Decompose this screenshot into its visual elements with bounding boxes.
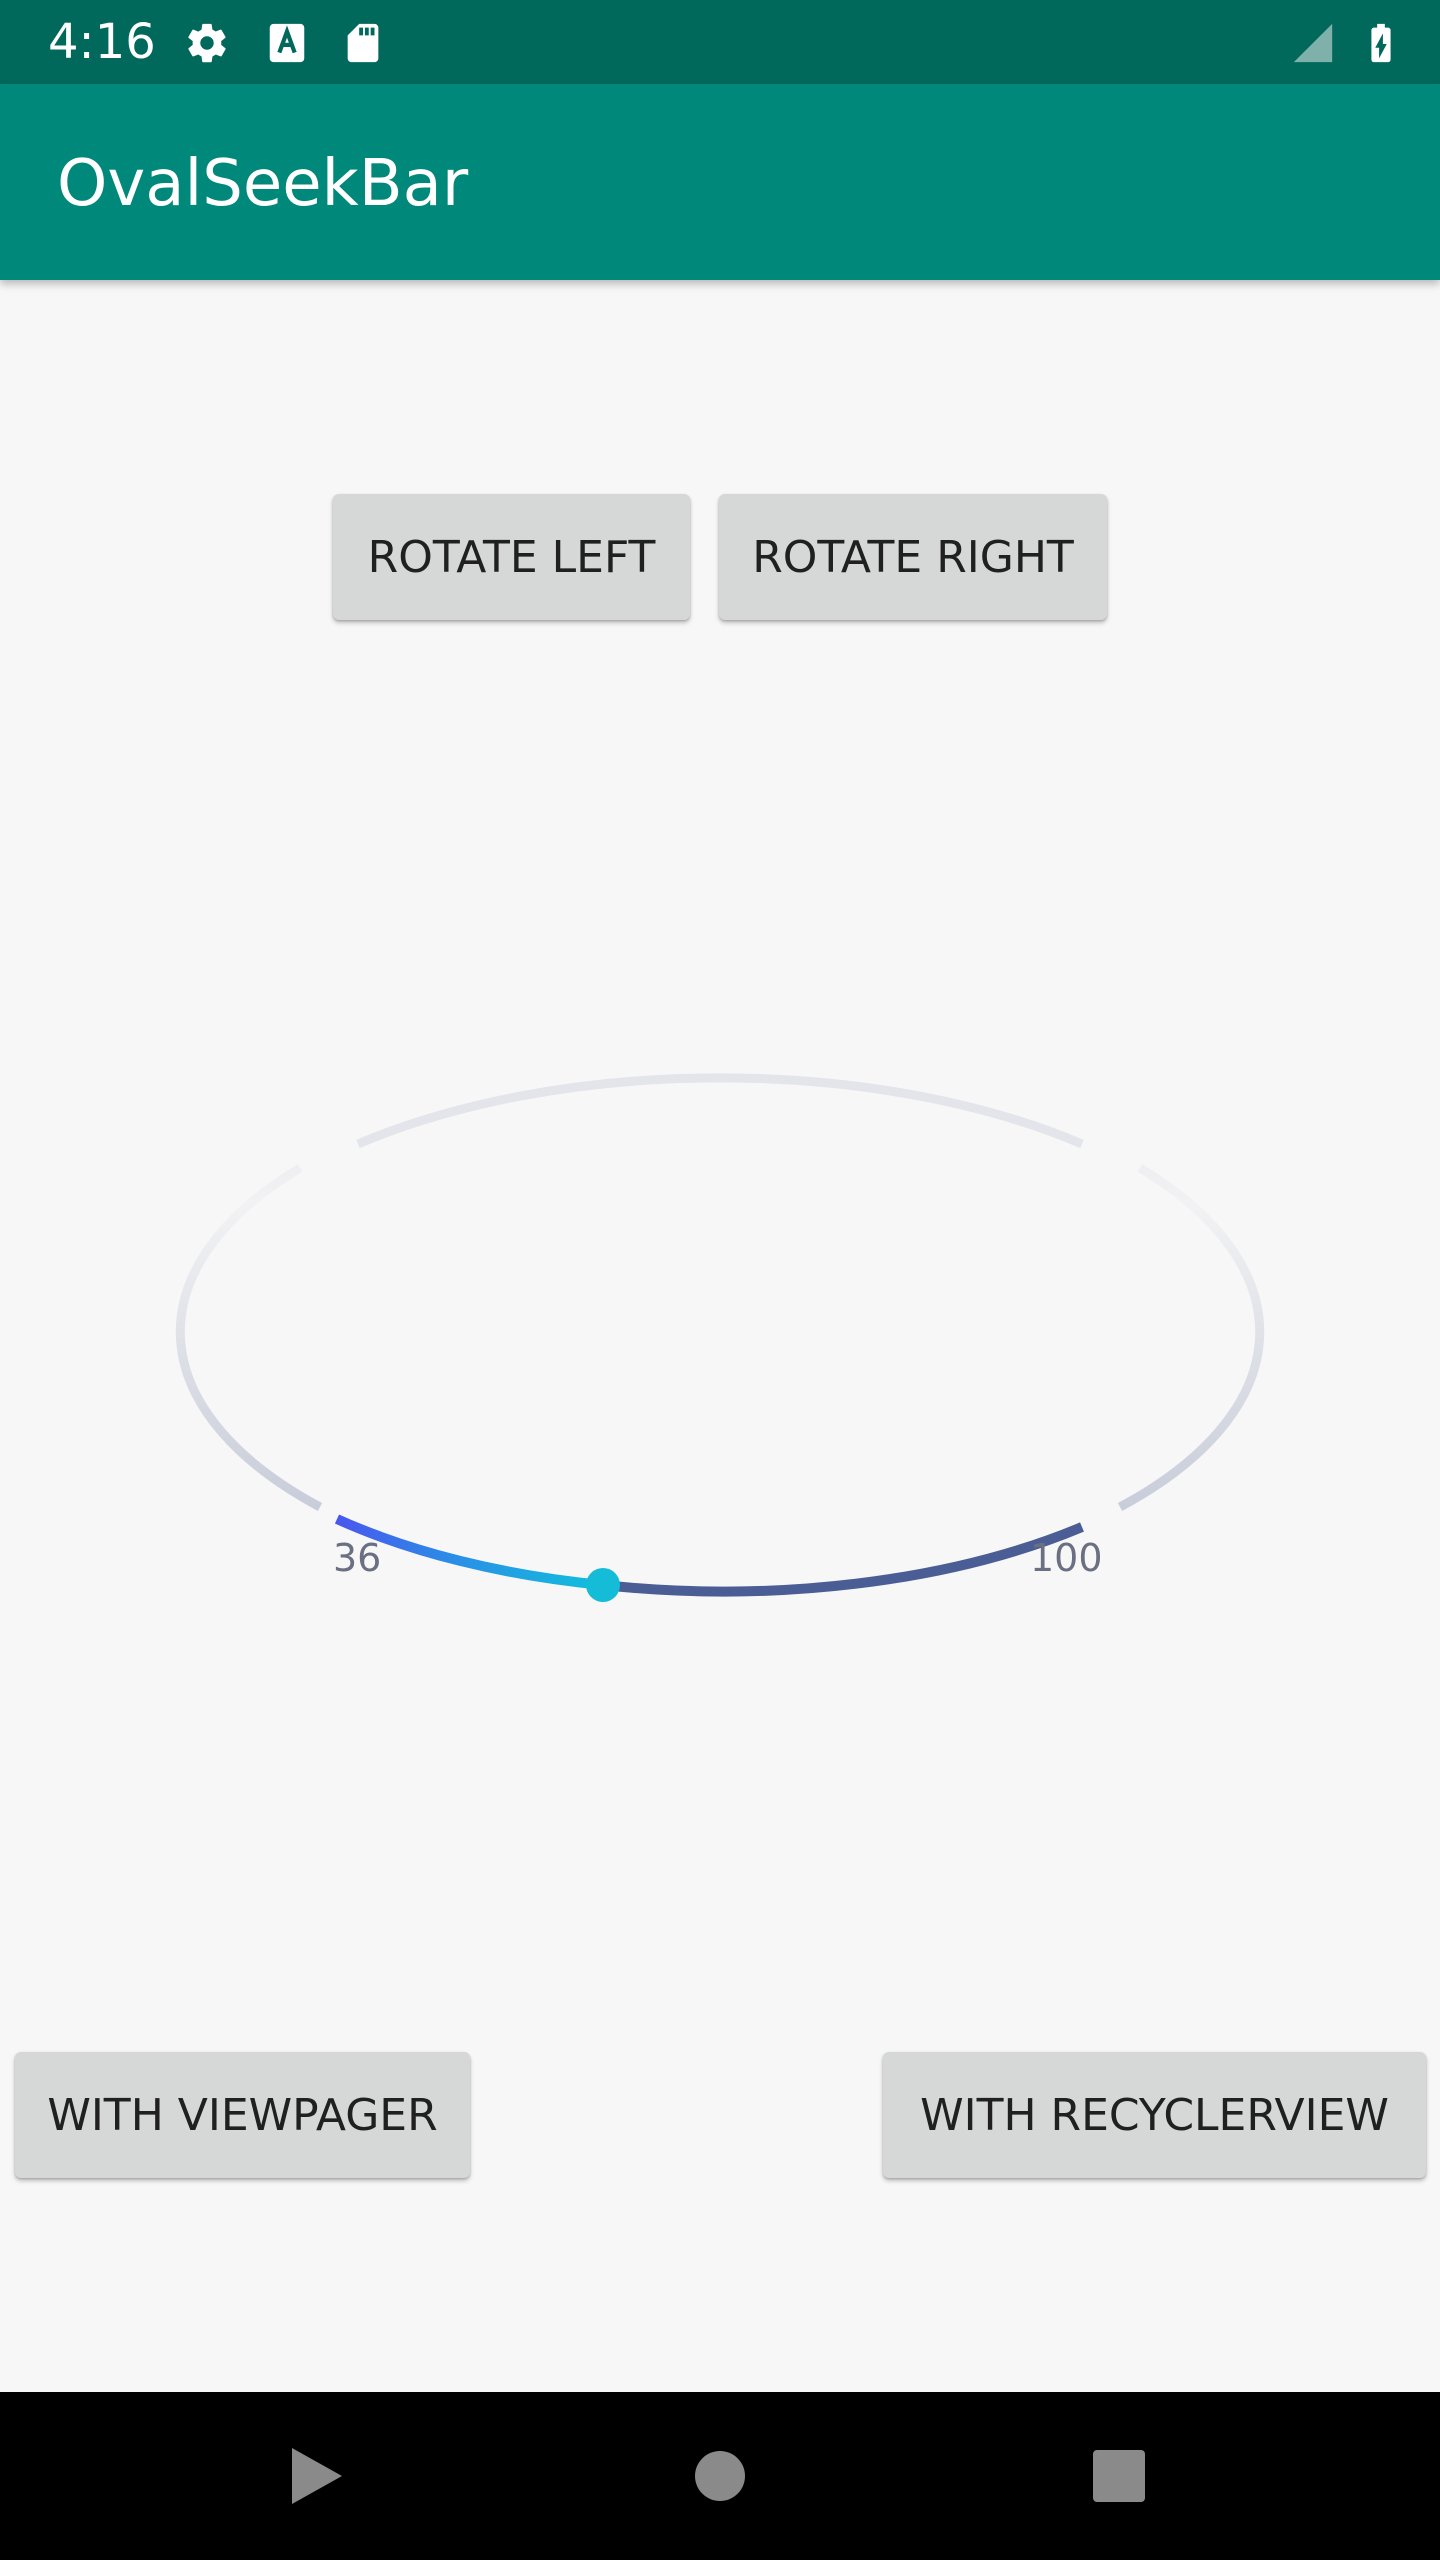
back-icon[interactable] xyxy=(292,2448,342,2504)
seekbar-max-label: 100 xyxy=(1030,1536,1103,1580)
with-recyclerview-button[interactable]: WITH RECYCLERVIEW xyxy=(883,2052,1426,2178)
seekbar-remaining-arc xyxy=(602,1522,1084,1597)
track-left-arc xyxy=(175,1164,323,1511)
seekbar-thumb[interactable] xyxy=(586,1568,620,1602)
home-icon[interactable] xyxy=(695,2451,745,2501)
with-viewpager-button[interactable]: WITH VIEWPAGER xyxy=(15,2052,470,2178)
navigation-bar xyxy=(0,2392,1440,2560)
seekbar-min-label: 36 xyxy=(333,1536,381,1580)
track-right-arc xyxy=(1117,1164,1265,1511)
app-screen: 4:16 OvalSeekBar ROTATE LEFT ROTATE RIGH… xyxy=(0,0,1440,2560)
recents-icon[interactable] xyxy=(1093,2450,1145,2502)
track-top-arc xyxy=(356,1073,1084,1149)
